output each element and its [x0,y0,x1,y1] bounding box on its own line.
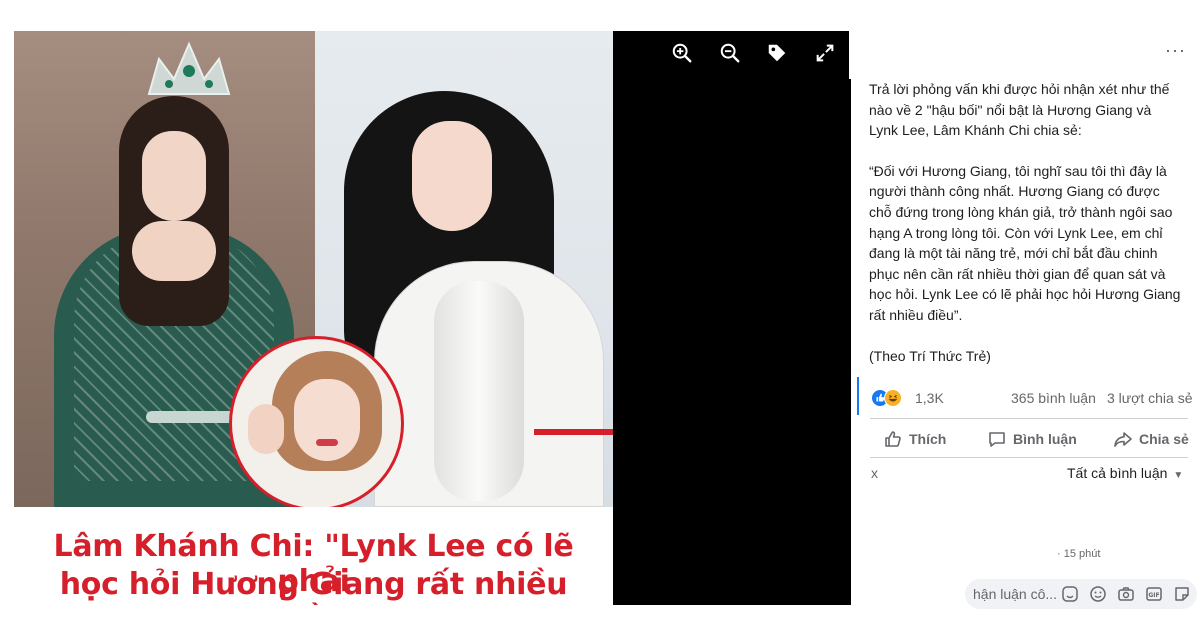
post-source: (Theo Trí Thức Trẻ) [869,347,991,364]
post-paragraph: Trả lời phỏng vấn khi được hỏi nhận xét … [869,79,1199,141]
inset-face [294,379,360,461]
post-actions: Thích Bình luận Chia sẻ [857,423,1200,457]
share-count[interactable]: 3 lượt chia sẻ [1107,390,1192,406]
inset-lips [316,439,338,446]
comment-count[interactable]: 365 bình luận [1011,390,1096,406]
post-paragraph: (Theo Trí Thức Trẻ) [869,346,1199,367]
comment-composer[interactable]: hận luận cô... GIF [965,579,1197,609]
caret-down-icon: ▼ [1173,470,1184,481]
like-button[interactable]: Thích [883,429,946,449]
caption-line-2: học hỏi Hương Giang rất nhiều điều" [59,567,568,605]
post-stats: 1,3K 365 bình luận 3 lượt chia sẻ [857,385,1200,417]
post-line: rất nhiều điều”. [869,306,963,323]
left-woman-shoulders [132,221,216,281]
zoom-in-button[interactable] [669,40,695,66]
x-mark: x [871,465,878,481]
left-woman-face [142,131,206,221]
post-paragraph: “Đối với Hương Giang, tôi nghĩ sau tôi t… [869,161,1199,326]
more-options-button[interactable]: ··· [1165,40,1186,61]
comment-input[interactable]: hận luận cô... [973,586,1057,602]
screen: Lâm Khánh Chi: "Lynk Lee có lẽ phải học … [0,0,1200,637]
emoji-icon[interactable] [1089,585,1107,603]
post-line: hạng A trong lòng tôi. Còn với Lynk Lee,… [869,224,1163,241]
comment-sort-dropdown[interactable]: Tất cả bình luận ▼ [1067,465,1183,481]
thumbs-up-icon [885,431,901,447]
sort-label: Tất cả bình luận [1067,465,1168,481]
reactions-summary[interactable] [871,389,905,409]
comment-icon [989,432,1005,447]
share-label: Chia sẻ [1139,431,1189,447]
post-line: “Đối với Hương Giang, tôi nghĩ sau tôi t… [869,162,1167,179]
photo-caption: Lâm Khánh Chi: "Lynk Lee có lẽ phải học … [14,507,613,605]
accent-strip [534,429,613,435]
divider [870,457,1188,458]
post-line: người thành công nhất. Hương Giang có đư… [869,183,1160,200]
post-line: phục nên cần rất nhiều thời gian để quan… [869,265,1166,282]
comment-button[interactable]: Bình luận [987,429,1077,449]
divider [870,418,1188,419]
post-panel: ··· Trả lời phỏng vấn khi được hỏi nhận … [857,31,1200,637]
tag-icon [768,44,786,62]
post-body: Trả lời phỏng vấn khi được hỏi nhận xét … [869,79,1199,386]
post-line: đang là một tài năng trẻ, mới chỉ bắt đầ… [869,245,1158,262]
comment-timestamp: · 15 phút [1057,548,1101,560]
camera-icon[interactable] [1117,585,1135,603]
viewer-divider [849,31,852,79]
fullscreen-button[interactable] [812,40,838,66]
post-line: học hỏi. Lynk Lee có lẽ phải học hỏi Hươ… [869,286,1181,303]
right-woman-face [412,121,492,231]
tag-button[interactable] [764,40,790,66]
svg-text:GIF: GIF [1148,592,1159,599]
reaction-count[interactable]: 1,3K [915,390,944,406]
gif-icon[interactable]: GIF [1145,585,1163,603]
like-label: Thích [909,431,947,447]
inset-portrait [229,336,404,511]
sticker-icon[interactable] [1173,585,1191,603]
comment-label: Bình luận [1013,431,1077,447]
zoom-out-icon [720,43,740,63]
post-line: nào về 2 "hậu bối" nổi bật là Hương Gian… [869,101,1152,118]
post-line: Trả lời phỏng vấn khi được hỏi nhận xét … [869,81,1170,97]
share-button[interactable]: Chia sẻ [1113,429,1189,449]
haha-reaction-icon [884,389,902,407]
crown-icon [147,41,231,95]
post-photo[interactable]: Lâm Khánh Chi: "Lynk Lee có lẽ phải học … [14,31,613,605]
fullscreen-icon [816,44,834,62]
right-woman-coat-fold [434,281,524,501]
share-icon [1114,432,1132,447]
sticker-face-icon[interactable] [1061,585,1079,603]
zoom-in-icon [672,43,692,63]
zoom-out-button[interactable] [717,40,743,66]
left-woman-belt [146,411,236,423]
inset-hand [248,404,284,454]
post-line: Lynk Lee, Lâm Khánh Chi chia sẻ: [869,122,1082,139]
photo-viewer-backdrop [613,31,851,605]
post-line: chỗ đứng trong lòng khán giả, trở thành … [869,203,1173,220]
